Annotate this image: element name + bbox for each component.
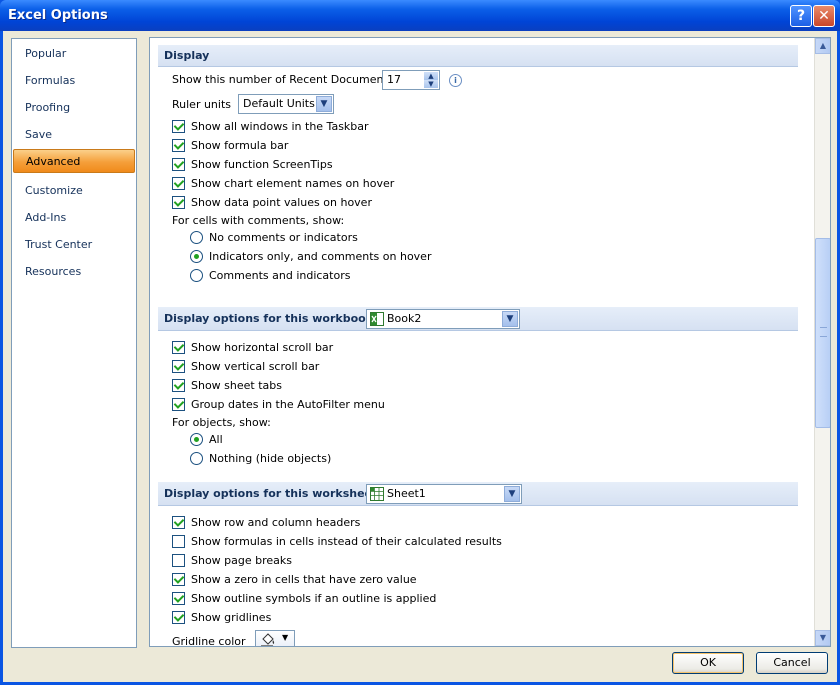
objects-group-label: For objects, show: xyxy=(172,416,271,429)
checkbox-label: Show vertical scroll bar xyxy=(191,360,320,373)
ruler-units-dropdown[interactable]: Default Units ▼ xyxy=(238,94,334,114)
vertical-scrollbar[interactable]: ▲ ▼ xyxy=(814,38,830,646)
checkbox-label: Show chart element names on hover xyxy=(191,177,395,190)
chevron-down-icon[interactable]: ▼ xyxy=(282,633,288,642)
checkbox-box[interactable] xyxy=(172,341,185,354)
checkbox-box[interactable] xyxy=(172,196,185,209)
checkbox-box[interactable] xyxy=(172,120,185,133)
workbook-header-label: Display options for this workbook: xyxy=(164,312,378,325)
checkbox-box[interactable] xyxy=(172,139,185,152)
worksheet-dropdown[interactable]: Sheet1 ▼ xyxy=(366,484,522,504)
chevron-down-icon[interactable]: ▼ xyxy=(316,96,332,112)
workbook-dropdown[interactable]: Book2 ▼ xyxy=(366,309,520,329)
scroll-down-icon[interactable]: ▼ xyxy=(815,630,830,646)
nav-item-trust-center[interactable]: Trust Center xyxy=(13,233,133,257)
checkbox-box[interactable] xyxy=(172,592,185,605)
comments-group-label: For cells with comments, show: xyxy=(172,214,345,227)
title-bar[interactable]: Excel Options ? ✕ xyxy=(0,0,840,31)
nav-item-resources[interactable]: Resources xyxy=(13,260,133,284)
scrollbar-thumb[interactable] xyxy=(815,238,830,428)
nav-item-customize[interactable]: Customize xyxy=(13,179,133,203)
radio-label: All xyxy=(209,433,223,446)
ruler-units-label: Ruler units xyxy=(172,98,232,111)
advanced-options-panel: Display Show this number of Recent Docum… xyxy=(149,37,831,647)
recent-docs-value: 17 xyxy=(387,73,401,86)
radio-label: Nothing (hide objects) xyxy=(209,452,332,465)
checkbox-label: Show a zero in cells that have zero valu… xyxy=(191,573,417,586)
checkbox-box[interactable] xyxy=(172,516,185,529)
dialog-body: Popular Formulas Proofing Save Advanced … xyxy=(3,31,837,682)
radio-label: No comments or indicators xyxy=(209,231,358,244)
cancel-button[interactable]: Cancel xyxy=(756,652,828,674)
checkbox-box[interactable] xyxy=(172,611,185,624)
nav-item-save[interactable]: Save xyxy=(13,123,133,147)
radio-label: Indicators only, and comments on hover xyxy=(209,250,432,263)
recent-docs-label: Show this number of Recent Documents: xyxy=(172,73,398,86)
chevron-down-icon[interactable]: ▼ xyxy=(504,486,520,502)
checkbox-label: Show all windows in the Taskbar xyxy=(191,120,369,133)
radio-button[interactable] xyxy=(190,452,203,465)
nav-item-popular[interactable]: Popular xyxy=(13,42,133,66)
paint-bucket-icon xyxy=(261,633,275,646)
scroll-up-icon[interactable]: ▲ xyxy=(815,38,830,54)
checkbox-box[interactable] xyxy=(172,554,185,567)
radio-button[interactable] xyxy=(190,269,203,282)
gridline-color-picker[interactable]: ▼ xyxy=(255,630,295,646)
checkbox-label: Show row and column headers xyxy=(191,516,361,529)
radio-button[interactable] xyxy=(190,231,203,244)
grip-icon xyxy=(820,327,827,337)
chevron-down-icon[interactable]: ▼ xyxy=(502,311,518,327)
nav-item-add-ins[interactable]: Add-Ins xyxy=(13,206,133,230)
checkbox-label: Show gridlines xyxy=(191,611,272,624)
checkbox-label: Show function ScreenTips xyxy=(191,158,333,171)
worksheet-header-label: Display options for this worksheet: xyxy=(164,487,382,500)
checkbox-box[interactable] xyxy=(172,158,185,171)
checkbox-box[interactable] xyxy=(172,360,185,373)
worksheet-icon xyxy=(370,487,384,501)
checkbox-label: Show formula bar xyxy=(191,139,289,152)
checkbox-label: Show data point values on hover xyxy=(191,196,372,209)
checkbox-label: Show horizontal scroll bar xyxy=(191,341,334,354)
info-icon: i xyxy=(449,74,462,87)
checkbox-box[interactable] xyxy=(172,177,185,190)
radio-button[interactable] xyxy=(190,433,203,446)
category-nav: Popular Formulas Proofing Save Advanced … xyxy=(11,38,137,648)
excel-workbook-icon xyxy=(370,312,384,326)
checkbox-box[interactable] xyxy=(172,379,185,392)
checkbox-label: Show formulas in cells instead of their … xyxy=(191,535,502,548)
checkbox-box[interactable] xyxy=(172,535,185,548)
radio-button[interactable] xyxy=(190,250,203,263)
section-header-display: Display xyxy=(158,45,798,67)
checkbox-box[interactable] xyxy=(172,398,185,411)
nav-item-formulas[interactable]: Formulas xyxy=(13,69,133,93)
checkbox-box[interactable] xyxy=(172,573,185,586)
window-title: Excel Options xyxy=(8,8,108,23)
checkbox-label: Show sheet tabs xyxy=(191,379,282,392)
help-button[interactable]: ? xyxy=(790,5,812,27)
ok-button[interactable]: OK xyxy=(672,652,744,674)
gridline-color-label: Gridline color xyxy=(172,635,246,647)
close-button[interactable]: ✕ xyxy=(813,5,835,27)
nav-item-proofing[interactable]: Proofing xyxy=(13,96,133,120)
ruler-units-value: Default Units xyxy=(243,97,315,110)
excel-options-dialog: Excel Options ? ✕ Popular Formulas Proof… xyxy=(0,0,840,685)
checkbox-label: Show outline symbols if an outline is ap… xyxy=(191,592,437,605)
radio-label: Comments and indicators xyxy=(209,269,351,282)
nav-item-advanced[interactable]: Advanced xyxy=(13,149,135,173)
checkbox-label: Group dates in the AutoFilter menu xyxy=(191,398,385,411)
spin-down-icon[interactable]: ▼ xyxy=(424,80,438,88)
checkbox-label: Show page breaks xyxy=(191,554,293,567)
recent-docs-spinner[interactable]: 17 ▲ ▼ xyxy=(382,70,440,90)
spin-up-icon[interactable]: ▲ xyxy=(424,72,438,80)
